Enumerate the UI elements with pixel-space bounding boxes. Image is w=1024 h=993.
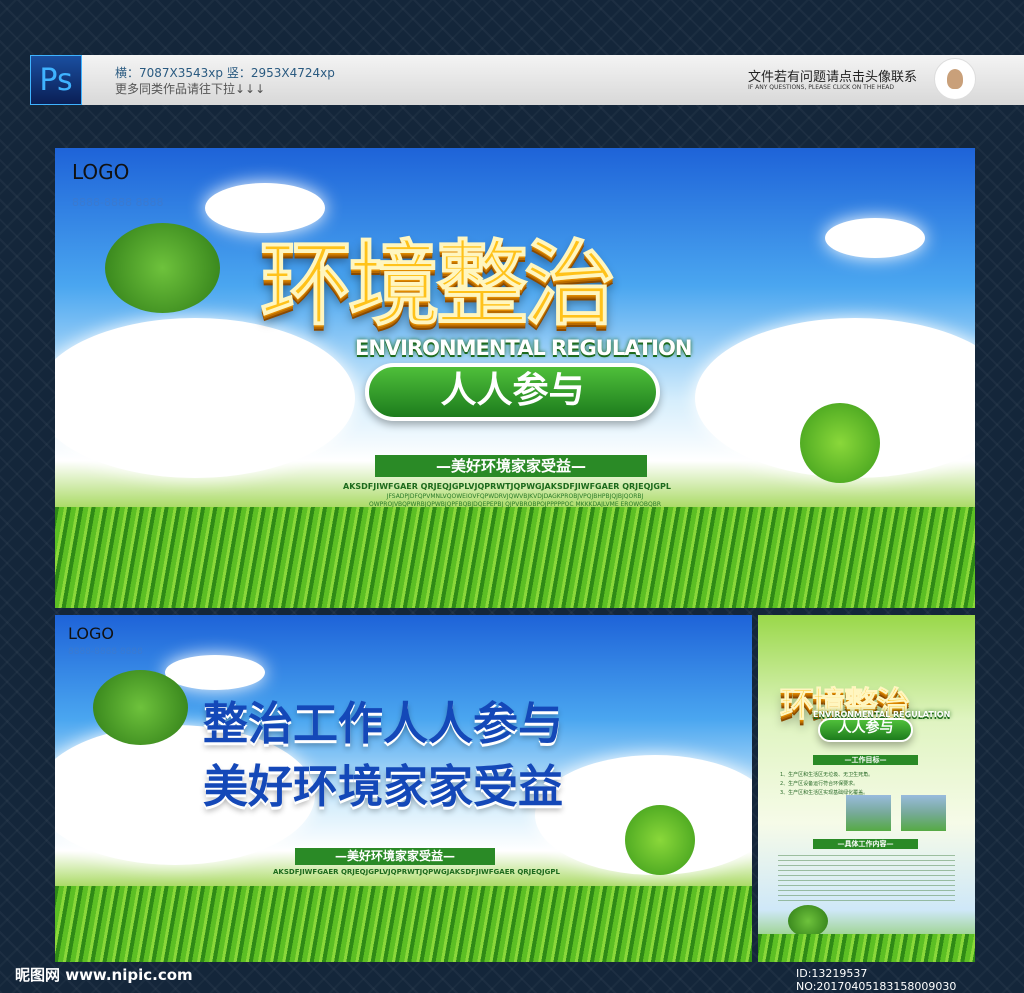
section-goals: —工作目标— (813, 755, 918, 765)
main-banner: LOGO 8888-8888 8888 环境整治 ENVIRONMENTAL R… (55, 148, 975, 608)
photo (791, 795, 836, 831)
filler-line: AKSDFJIWFGAER QRJEQJGPLVJQPRWTJQPWGJAKSD… (343, 482, 671, 491)
grass (55, 506, 975, 608)
logo: LOGO (72, 160, 130, 184)
contact-cn: 文件若有问题请点击头像联系 (748, 70, 918, 85)
photo (846, 795, 891, 831)
second-banner: LOGO 8888-8888 8888 整治工作人人参与 美好环境家家受益 —美… (55, 615, 752, 962)
photoshop-icon: Ps (30, 55, 82, 105)
filler-line: AKSDFJIWFGAER QRJEQJGPLVJQPRWTJQPWGJAKSD… (273, 868, 560, 876)
tree-image (788, 905, 828, 937)
goal-item: 1、生产区和生活区无垃圾、无卫生死角。 (780, 772, 874, 778)
contact-en: IF ANY QUESTIONS, PLEASE CLICK ON THE HE… (748, 84, 894, 91)
logo: LOGO (68, 624, 114, 643)
heart-plant-image (800, 403, 880, 483)
size-info: 横：7087X3543xp 竖：2953X4724xp (115, 66, 335, 80)
ribbon: —美好环境家家受益— (295, 848, 495, 865)
tree-image (105, 223, 220, 313)
more-info: 更多同类作品请往下拉↓↓↓ (115, 82, 266, 96)
subtitle-en: ENVIRONMENTAL REGULATION (355, 336, 692, 360)
slogan-pill: 人人参与 (365, 363, 660, 421)
heart-plant-image (625, 805, 695, 875)
goal-list: 1、生产区和生活区无垃圾、无卫生死角。 2、生产区设备运行符合环保要求。 3、生… (780, 771, 873, 798)
phone: 8888-8888 8888 (68, 647, 143, 657)
detail-text-block (778, 855, 955, 905)
headline-line1: 整治工作人人参与 (203, 697, 564, 750)
main-title: 环境整治 (259, 231, 616, 339)
vertical-poster: 环境整治 ENVIRONMENTAL REGULATION 人人参与 —工作目标… (758, 615, 975, 962)
section-details: —具体工作内容— (813, 839, 918, 849)
tree-image (93, 670, 188, 745)
site-watermark: 昵图网 www.nipic.com (15, 966, 193, 984)
grass (758, 934, 975, 962)
goal-item: 2、生产区设备运行符合环保要求。 (780, 781, 859, 787)
info-header-bar: 横：7087X3543xp 竖：2953X4724xp 更多同类作品请往下拉↓↓… (30, 55, 1024, 105)
grass (55, 885, 752, 962)
ribbon: —美好环境家家受益— (375, 455, 647, 477)
avatar[interactable] (934, 58, 976, 100)
headline-line2: 美好环境家家受益 (203, 760, 564, 813)
poster-pill: 人人参与 (818, 718, 913, 742)
phone: 8888-8888 8888 (72, 196, 164, 209)
photo (901, 795, 946, 831)
image-id: ID:13219537 NO:20170405183158009030 (796, 967, 957, 993)
